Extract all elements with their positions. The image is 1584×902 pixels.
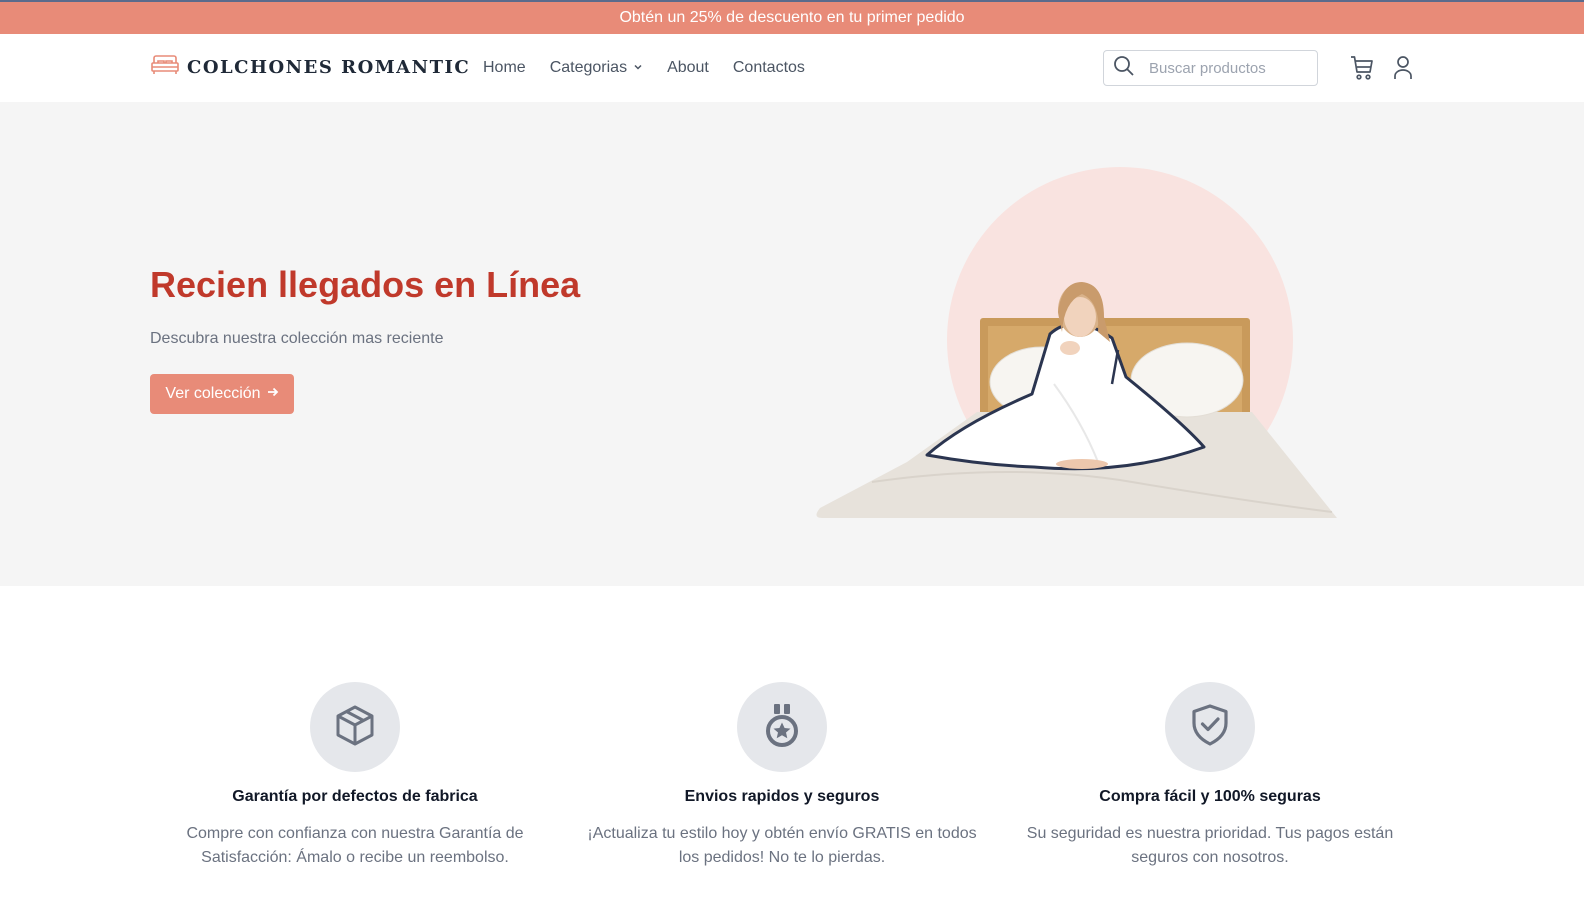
search-input[interactable] <box>1149 59 1299 77</box>
nav-about-label: About <box>667 59 709 76</box>
feature-shipping: Envios rapidos y seguros ¡Actualiza tu e… <box>562 682 1002 870</box>
search-box <box>1103 50 1318 86</box>
feature-title: Envios rapidos y seguros <box>684 788 880 805</box>
feature-warranty: Garantía por defectos de fabrica Compre … <box>135 682 575 870</box>
features-section: Garantía por defectos de fabrica Compre … <box>0 586 1584 902</box>
nav-home-label: Home <box>483 59 526 76</box>
hero-image <box>812 162 1342 529</box>
user-icon[interactable] <box>1392 55 1414 86</box>
site-header: COLCHONES ROMANTIC Home Categorias About… <box>0 34 1584 102</box>
logo-text: COLCHONES ROMANTIC <box>187 57 471 78</box>
search-icon[interactable] <box>1113 55 1135 82</box>
main-nav: Home Categorias About Contactos <box>483 34 829 102</box>
feature-icon-circle <box>737 682 827 772</box>
promo-bar: Obtén un 25% de descuento en tu primer p… <box>0 0 1584 34</box>
feature-secure-payment: Compra fácil y 100% seguras Su seguridad… <box>990 682 1430 870</box>
shield-check-icon <box>1190 703 1230 752</box>
medal-icon <box>762 703 802 752</box>
cart-icon[interactable] <box>1350 55 1374 86</box>
nav-categorias-label: Categorias <box>549 59 628 76</box>
nav-contactos[interactable]: Contactos <box>733 59 805 77</box>
feature-icon-circle <box>310 682 400 772</box>
feature-description: Su seguridad es nuestra prioridad. Tus p… <box>1026 825 1394 866</box>
hero-title: Recien llegados en Línea <box>150 264 581 305</box>
feature-icon-circle <box>1165 682 1255 772</box>
feature-title: Garantía por defectos de fabrica <box>232 788 478 805</box>
hero-section: Recien llegados en Línea Descubra nuestr… <box>0 102 1584 586</box>
view-collection-label: Ver colección <box>165 385 261 402</box>
arrow-right-icon <box>267 385 279 403</box>
view-collection-button[interactable]: Ver colección <box>150 374 294 414</box>
nav-categorias[interactable]: Categorias <box>550 59 643 77</box>
nav-contactos-label: Contactos <box>732 59 805 76</box>
hero-subtitle: Descubra nuestra colección mas reciente <box>150 330 444 347</box>
promo-text: Obtén un 25% de descuento en tu primer p… <box>619 9 965 26</box>
box-icon <box>334 704 376 751</box>
bed-logo-icon <box>150 53 180 82</box>
logo[interactable]: COLCHONES ROMANTIC <box>150 53 470 82</box>
chevron-down-icon <box>627 59 643 77</box>
nav-home[interactable]: Home <box>483 59 526 77</box>
feature-title: Compra fácil y 100% seguras <box>1099 788 1321 805</box>
feature-description: ¡Actualiza tu estilo hoy y obtén envío G… <box>587 825 977 866</box>
feature-description: Compre con confianza con nuestra Garantí… <box>186 825 524 866</box>
nav-about[interactable]: About <box>667 59 709 77</box>
